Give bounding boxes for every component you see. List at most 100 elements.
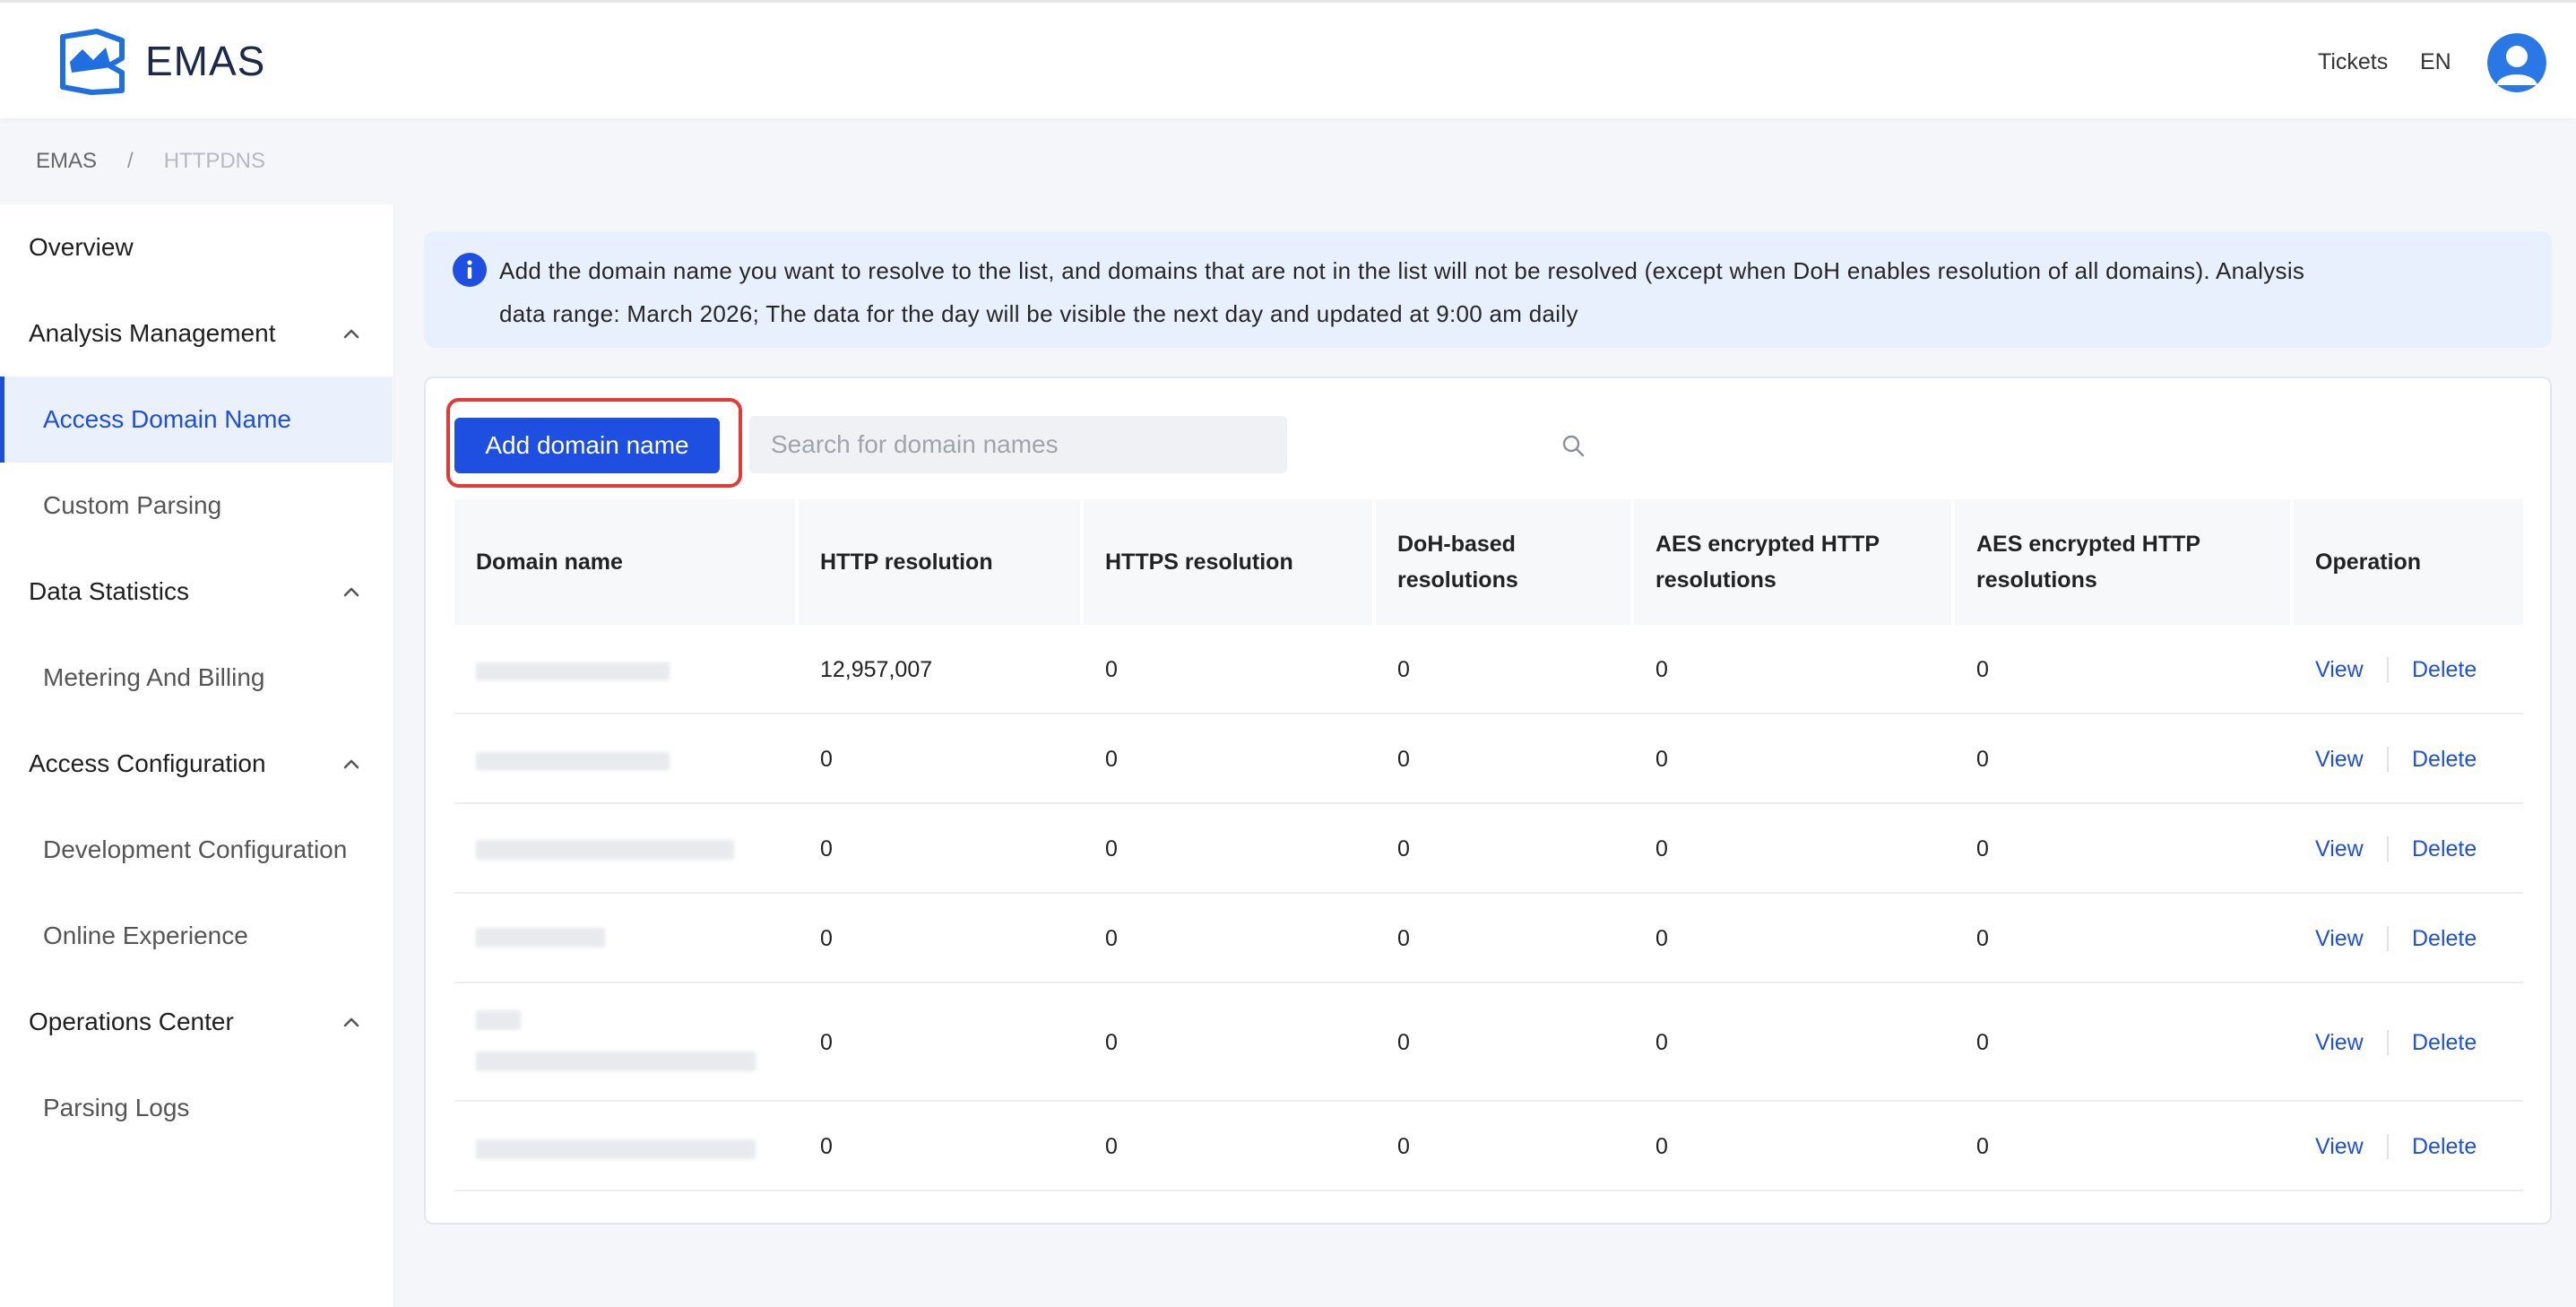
column-header-domain-name: Domain name bbox=[454, 499, 795, 625]
column-header-operation: Operation bbox=[2294, 499, 2523, 625]
aes-http-resolution-value: 0 bbox=[1655, 836, 1668, 861]
emas-logo-icon[interactable] bbox=[56, 28, 129, 96]
operation-divider bbox=[2387, 1030, 2389, 1055]
operation-divider bbox=[2387, 657, 2389, 682]
aes-http-resolution-value-2: 0 bbox=[1976, 836, 1989, 861]
column-header-http-resolution: HTTP resolution bbox=[799, 499, 1080, 625]
sidebar-group-data-statistics[interactable]: Data Statistics bbox=[0, 549, 393, 635]
http-resolution-value: 0 bbox=[820, 747, 833, 772]
breadcrumb-root[interactable]: EMAS bbox=[36, 147, 97, 176]
http-resolution-value: 0 bbox=[820, 1030, 833, 1055]
http-resolution-value: 12,957,007 bbox=[820, 657, 933, 682]
http-resolution-value: 0 bbox=[820, 926, 833, 951]
aes-http-resolution-value: 0 bbox=[1655, 1030, 1668, 1055]
sidebar-item-metering-and-billing[interactable]: Metering And Billing bbox=[0, 635, 393, 721]
sidebar-group-operations-center[interactable]: Operations Center bbox=[0, 979, 393, 1065]
operation-divider bbox=[2387, 836, 2389, 861]
avatar-icon bbox=[2487, 33, 2546, 92]
http-resolution-value: 0 bbox=[820, 1134, 833, 1159]
operation-divider bbox=[2387, 926, 2389, 951]
chevron-up-icon bbox=[343, 759, 359, 769]
redacted-domain bbox=[476, 1052, 756, 1071]
tickets-link[interactable]: Tickets bbox=[2318, 48, 2388, 76]
redacted-domain bbox=[476, 840, 734, 860]
aes-http-resolution-value: 0 bbox=[1655, 657, 1668, 682]
redacted-domain bbox=[476, 1010, 521, 1030]
table-row: 0 0 0 0 0 View Delete bbox=[454, 894, 2523, 983]
sidebar-group-access-configuration[interactable]: Access Configuration bbox=[0, 721, 393, 807]
chevron-up-icon bbox=[343, 1017, 359, 1027]
http-resolution-value: 0 bbox=[820, 836, 833, 861]
view-link[interactable]: View bbox=[2315, 1028, 2364, 1057]
view-link[interactable]: View bbox=[2315, 655, 2364, 684]
search-box[interactable] bbox=[749, 416, 1585, 473]
breadcrumb-separator: / bbox=[127, 149, 134, 173]
brand-name: EMAS bbox=[145, 38, 266, 84]
sidebar-item-label: Access Domain Name bbox=[43, 405, 291, 433]
sidebar-item-custom-parsing[interactable]: Custom Parsing bbox=[0, 463, 393, 549]
sidebar-group-analysis-management[interactable]: Analysis Management bbox=[0, 290, 393, 377]
view-link[interactable]: View bbox=[2315, 924, 2364, 953]
redacted-domain bbox=[476, 928, 605, 948]
https-resolution-value: 0 bbox=[1105, 836, 1118, 861]
operation-divider bbox=[2387, 747, 2389, 772]
breadcrumb-current: HTTPDNS bbox=[163, 149, 266, 173]
delete-link[interactable]: Delete bbox=[2412, 655, 2477, 684]
aes-http-resolution-value: 0 bbox=[1655, 747, 1668, 772]
top-header: EMAS Tickets EN bbox=[0, 0, 2576, 118]
delete-link[interactable]: Delete bbox=[2412, 924, 2477, 953]
sidebar-item-overview[interactable]: Overview bbox=[0, 204, 393, 290]
notice-text: Add the domain name you want to resolve … bbox=[499, 249, 2525, 335]
search-icon[interactable] bbox=[1561, 434, 1585, 457]
info-notice: Add the domain name you want to resolve … bbox=[424, 231, 2552, 348]
table-row: 0 0 0 0 0 View Delete bbox=[454, 1102, 2523, 1191]
chevron-up-icon bbox=[343, 587, 359, 597]
column-header-aes-http-resolutions: AES encrypted HTTP resolutions bbox=[1634, 499, 1951, 625]
aes-http-resolution-value-2: 0 bbox=[1976, 747, 1989, 772]
doh-resolution-value: 0 bbox=[1397, 657, 1410, 682]
table-header: Domain name HTTP resolution HTTPS resolu… bbox=[454, 499, 2523, 625]
sidebar-item-label: Analysis Management bbox=[29, 319, 276, 347]
delete-link[interactable]: Delete bbox=[2412, 745, 2477, 774]
search-input[interactable] bbox=[749, 416, 1233, 473]
chevron-up-icon bbox=[343, 329, 359, 339]
sidebar-item-online-experience[interactable]: Online Experience bbox=[0, 893, 393, 979]
notice-line-2: data range: March 2026; The data for the… bbox=[499, 300, 1578, 327]
table-row: 0 0 0 0 0 View Delete bbox=[454, 983, 2523, 1102]
view-link[interactable]: View bbox=[2315, 1132, 2364, 1161]
operation-divider bbox=[2387, 1134, 2389, 1159]
column-header-doh-resolutions: DoH-based resolutions bbox=[1376, 499, 1630, 625]
aes-http-resolution-value-2: 0 bbox=[1976, 1030, 1989, 1055]
aes-http-resolution-value: 0 bbox=[1655, 1134, 1668, 1159]
sidebar-item-label: Development Configuration bbox=[43, 835, 348, 863]
delete-link[interactable]: Delete bbox=[2412, 835, 2477, 863]
domain-list-card: Add domain name Domain name HTTP resolut… bbox=[424, 377, 2552, 1225]
doh-resolution-value: 0 bbox=[1397, 836, 1410, 861]
language-switch[interactable]: EN bbox=[2420, 48, 2451, 76]
sidebar-item-parsing-logs[interactable]: Parsing Logs bbox=[0, 1065, 393, 1151]
sidebar-item-access-domain-name[interactable]: Access Domain Name bbox=[0, 377, 393, 463]
sidebar-item-label: Data Statistics bbox=[29, 577, 189, 605]
table-row: 0 0 0 0 0 View Delete bbox=[454, 804, 2523, 894]
https-resolution-value: 0 bbox=[1105, 1134, 1118, 1159]
redacted-domain bbox=[476, 662, 670, 680]
sidebar-item-development-configuration[interactable]: Development Configuration bbox=[0, 807, 393, 893]
https-resolution-value: 0 bbox=[1105, 1030, 1118, 1055]
redacted-domain bbox=[476, 1139, 756, 1159]
redacted-domain bbox=[476, 752, 670, 770]
sidebar-item-label: Online Experience bbox=[43, 922, 248, 949]
doh-resolution-value: 0 bbox=[1397, 926, 1410, 951]
delete-link[interactable]: Delete bbox=[2412, 1028, 2477, 1057]
view-link[interactable]: View bbox=[2315, 835, 2364, 863]
https-resolution-value: 0 bbox=[1105, 747, 1118, 772]
doh-resolution-value: 0 bbox=[1397, 1134, 1410, 1159]
delete-link[interactable]: Delete bbox=[2412, 1132, 2477, 1161]
view-link[interactable]: View bbox=[2315, 745, 2364, 774]
user-avatar[interactable] bbox=[2487, 33, 2546, 92]
add-domain-name-button[interactable]: Add domain name bbox=[454, 418, 720, 473]
https-resolution-value: 0 bbox=[1105, 926, 1118, 951]
sidebar-item-label: Access Configuration bbox=[29, 749, 266, 777]
sidebar-item-label: Operations Center bbox=[29, 1008, 234, 1035]
breadcrumb: EMAS / HTTPDNS bbox=[36, 147, 265, 176]
sidebar: Overview Analysis Management Access Doma… bbox=[0, 204, 394, 1307]
